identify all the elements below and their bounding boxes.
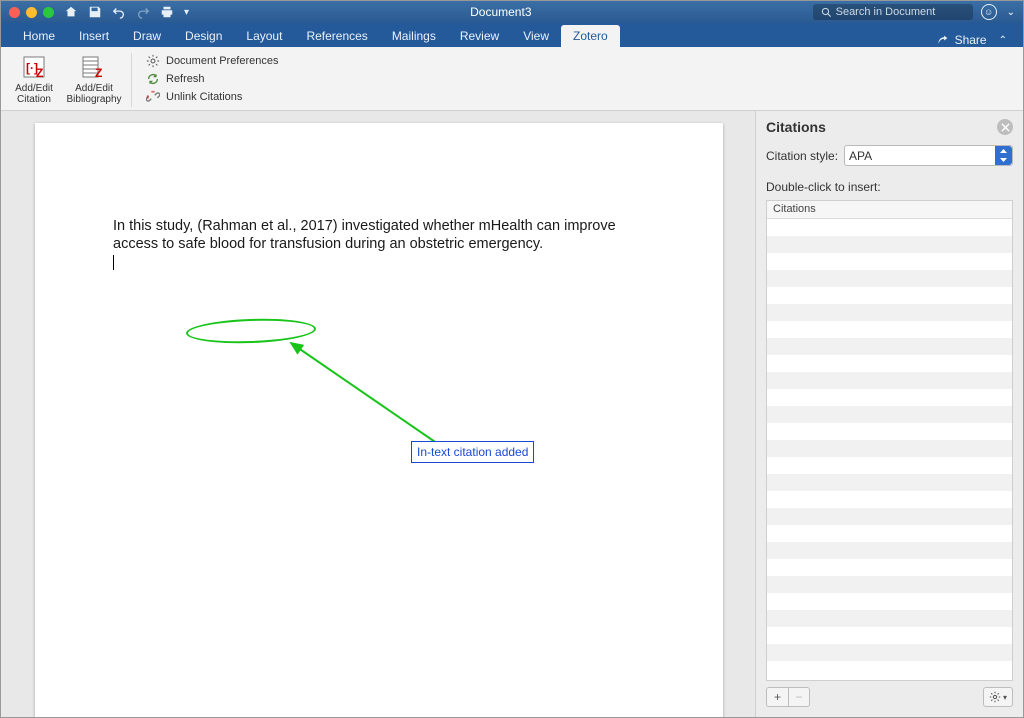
add-citation-button[interactable]: + <box>766 687 788 707</box>
unlink-icon <box>146 90 160 104</box>
document-preferences-button[interactable]: Document Preferences <box>142 53 283 69</box>
gear-icon <box>146 54 160 68</box>
unlink-citations-button[interactable]: Unlink Citations <box>142 89 283 105</box>
tab-view[interactable]: View <box>511 25 561 47</box>
search-icon <box>821 7 832 18</box>
document-page[interactable]: In this study, (Rahman et al., 2017) inv… <box>35 123 723 717</box>
tab-layout[interactable]: Layout <box>234 25 294 47</box>
gear-icon <box>989 691 1001 703</box>
minus-icon: − <box>795 690 802 704</box>
search-input[interactable]: Search in Document <box>813 4 973 20</box>
tab-mailings[interactable]: Mailings <box>380 25 448 47</box>
chevron-updown-icon <box>995 146 1012 165</box>
window-controls[interactable] <box>9 7 54 18</box>
add-edit-bibliography-button[interactable]: Z Add/Edit Bibliography <box>67 51 121 105</box>
ribbon-collapse-icon[interactable]: ⌃ <box>999 35 1007 46</box>
citation-style-label: Citation style: <box>766 149 838 163</box>
refresh-button[interactable]: Refresh <box>142 71 283 87</box>
tab-zotero[interactable]: Zotero <box>561 25 620 47</box>
close-window-icon[interactable] <box>9 7 20 18</box>
ribbon-separator <box>131 53 132 107</box>
citations-panel: Citations Citation style: APA Double-cli… <box>755 111 1023 717</box>
tab-home[interactable]: Home <box>11 25 67 47</box>
citation-settings-button[interactable]: ▾ <box>983 687 1013 707</box>
tab-review[interactable]: Review <box>448 25 511 47</box>
inline-citation[interactable]: (Rahman et al., 2017) <box>197 218 337 234</box>
document-title: Document3 <box>189 5 813 19</box>
body-text: In this study, <box>113 218 197 234</box>
insert-hint: Double-click to insert: <box>766 180 1013 194</box>
share-label: Share <box>955 33 987 47</box>
save-icon[interactable] <box>88 5 102 19</box>
plus-icon: + <box>774 690 781 704</box>
add-edit-bibliography-label: Add/Edit Bibliography <box>66 83 121 105</box>
tab-insert[interactable]: Insert <box>67 25 121 47</box>
svg-text:Z: Z <box>36 66 43 80</box>
redo-icon[interactable] <box>136 5 150 19</box>
print-icon[interactable] <box>160 5 174 19</box>
feedback-icon[interactable]: ☺ <box>981 4 997 20</box>
remove-citation-button[interactable]: − <box>788 687 810 707</box>
refresh-label: Refresh <box>166 73 205 85</box>
zoom-window-icon[interactable] <box>43 7 54 18</box>
citations-list-body <box>767 219 1012 680</box>
chevron-down-icon: ▾ <box>1003 693 1007 702</box>
home-icon[interactable] <box>64 5 78 19</box>
annotation-label: In-text citation added <box>411 441 534 463</box>
add-edit-citation-button[interactable]: [·]Z Add/Edit Citation <box>7 51 61 105</box>
add-edit-citation-label: Add/Edit Citation <box>15 83 53 105</box>
panel-close-button[interactable] <box>997 119 1013 135</box>
panel-title: Citations <box>766 119 826 135</box>
search-placeholder: Search in Document <box>836 6 936 18</box>
share-icon <box>936 34 949 47</box>
citations-list-header[interactable]: Citations <box>767 201 1012 219</box>
tab-draw[interactable]: Draw <box>121 25 173 47</box>
text-cursor <box>113 255 114 270</box>
share-button[interactable]: Share ⌃ <box>930 33 1013 47</box>
unlink-citations-label: Unlink Citations <box>166 91 242 103</box>
citation-style-select[interactable]: APA <box>844 145 1013 166</box>
close-icon <box>1001 123 1010 132</box>
citation-style-value: APA <box>849 149 872 163</box>
tab-references[interactable]: References <box>294 25 379 47</box>
citation-icon: [·]Z <box>20 53 48 81</box>
bibliography-icon: Z <box>80 53 108 81</box>
titlebar-chevron-icon[interactable]: ⌄ <box>1007 7 1015 18</box>
minimize-window-icon[interactable] <box>26 7 37 18</box>
tab-design[interactable]: Design <box>173 25 234 47</box>
citations-list[interactable]: Citations <box>766 200 1013 681</box>
refresh-icon <box>146 72 160 86</box>
svg-text:Z: Z <box>95 66 102 80</box>
undo-icon[interactable] <box>112 5 126 19</box>
document-preferences-label: Document Preferences <box>166 55 279 67</box>
